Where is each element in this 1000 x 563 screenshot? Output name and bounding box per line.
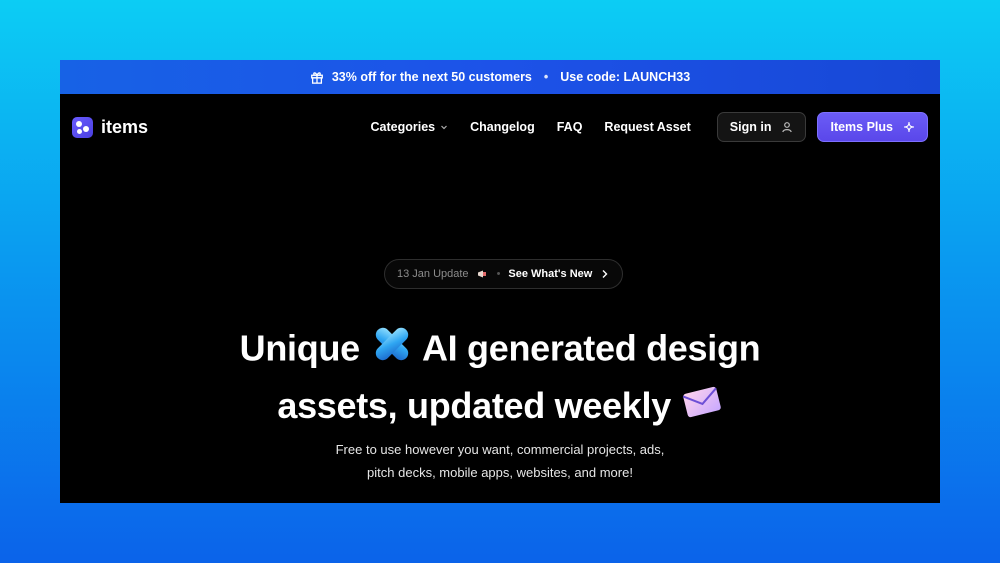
chevron-right-icon — [602, 270, 608, 278]
logo[interactable]: items — [72, 116, 149, 138]
promo-code: Use code: LAUNCH33 — [560, 70, 691, 84]
browser-frame: 33% off for the next 50 customers • Use … — [60, 60, 940, 503]
badge-separator: • — [496, 268, 501, 280]
chevron-down-icon — [441, 125, 448, 130]
sign-in-label: Sign in — [729, 120, 772, 134]
promo-offer: 33% off for the next 50 customers — [331, 70, 532, 84]
hero-title: Unique AI generated design assets, updat… — [60, 322, 940, 434]
top-nav: items Categories Changelog FAQ Request A… — [60, 94, 940, 160]
items-plus-button[interactable]: Items Plus — [817, 112, 928, 142]
hero-subtitle-line2: pitch decks, mobile apps, websites, and … — [367, 465, 633, 480]
nav-faq[interactable]: FAQ — [557, 120, 583, 134]
nav-categories[interactable]: Categories — [371, 120, 449, 134]
nav-changelog[interactable]: Changelog — [470, 120, 535, 134]
update-badge[interactable]: 13 Jan Update • See What's New — [384, 259, 623, 289]
hero-subtitle-line1: Free to use however you want, commercial… — [335, 442, 665, 457]
megaphone-icon — [477, 270, 486, 278]
nav-categories-label: Categories — [370, 120, 436, 134]
promo-bar[interactable]: 33% off for the next 50 customers • Use … — [60, 60, 940, 94]
gift-icon — [310, 72, 323, 84]
update-date: 13 Jan Update — [397, 268, 469, 280]
items-logo-icon — [72, 116, 93, 138]
sign-in-button[interactable]: Sign in — [716, 112, 807, 142]
hero-subtitle: Free to use however you want, commercial… — [60, 438, 940, 484]
promo-separator: • — [543, 70, 549, 84]
nav-links: Categories Changelog FAQ Request Asset — [371, 120, 691, 134]
hero-title-word-unique: Unique — [239, 327, 361, 369]
envelope-3d-icon — [681, 382, 723, 434]
user-icon — [782, 122, 793, 133]
hero-title-line1: AI generated design — [421, 327, 761, 369]
items-plus-label: Items Plus — [830, 120, 893, 134]
nav-request-asset[interactable]: Request Asset — [604, 120, 690, 134]
sparkle-icon — [903, 121, 915, 133]
logo-text: items — [101, 116, 149, 137]
hero-title-line2: assets, updated weekly — [277, 385, 671, 426]
blue-cross-3d-icon — [370, 322, 414, 380]
see-whats-new-link[interactable]: See What's New — [508, 268, 592, 280]
